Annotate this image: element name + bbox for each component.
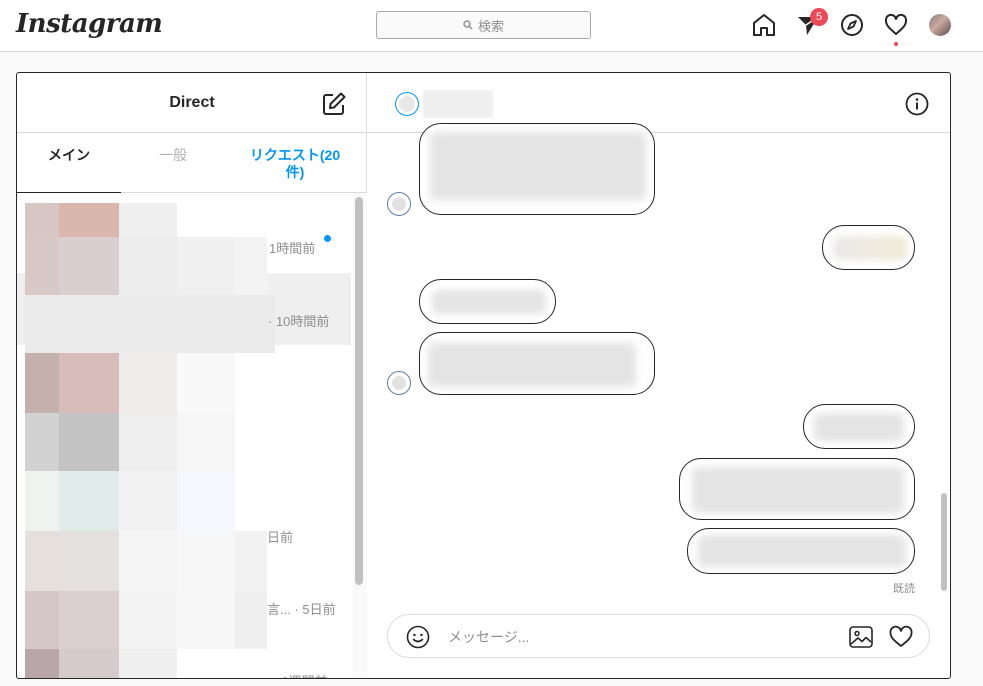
search-input[interactable]: 検索: [376, 11, 591, 39]
thread-sidebar: Direct メイン 一般 リクエスト(20件) 1時間前 · 10時間前 日前…: [17, 73, 367, 678]
redacted-preview: [119, 471, 177, 531]
sidebar-header: Direct: [17, 73, 366, 133]
redacted-avatar: [25, 353, 59, 413]
message-bubble-sent[interactable]: [679, 458, 915, 520]
message-composer: [387, 614, 930, 658]
instagram-logo[interactable]: Instagram: [16, 9, 163, 39]
thread-list-scroll-thumb[interactable]: [355, 197, 363, 585]
redacted-preview: [177, 531, 235, 591]
notification-badge: 5: [810, 8, 828, 26]
redacted-avatar: [59, 237, 119, 295]
chat-partner-name-redacted[interactable]: [423, 90, 493, 118]
redacted-preview: [177, 237, 235, 295]
tab-requests[interactable]: リクエスト(20件): [247, 133, 343, 193]
info-icon[interactable]: [905, 92, 929, 116]
thread-time: 1時間前: [269, 241, 316, 256]
sidebar-title: Direct: [169, 94, 215, 111]
message-bubble-received[interactable]: [419, 123, 655, 215]
message-bubble-received[interactable]: [419, 332, 655, 395]
redacted-preview: [119, 649, 177, 678]
sender-avatar[interactable]: [387, 192, 411, 216]
message-bubble-sent[interactable]: [687, 528, 915, 574]
thread-time: 日前: [267, 530, 294, 545]
chat-partner-avatar[interactable]: [395, 92, 419, 116]
redacted-preview: [25, 295, 275, 353]
thread-time: 言... · 5日前: [267, 602, 336, 617]
redacted-avatar: [25, 591, 59, 649]
redacted-avatar: [25, 531, 59, 591]
redacted-avatar: [59, 471, 119, 531]
thread-time: · 10時間前: [268, 314, 330, 329]
thread-time: ... 1週間前: [267, 671, 328, 678]
redacted-preview: [177, 471, 235, 531]
redacted-avatar: [25, 471, 59, 531]
tab-main[interactable]: メイン: [17, 133, 121, 193]
redacted-avatar: [59, 413, 119, 471]
thread-list: 1時間前 · 10時間前 日前 言... · 5日前 ... 1週間前: [17, 193, 367, 678]
redacted-preview: [119, 591, 177, 649]
message-bubble-received[interactable]: [419, 279, 556, 324]
top-navigation: Instagram 検索 5: [0, 0, 983, 52]
redacted-preview: [119, 353, 177, 413]
unread-indicator: [324, 235, 331, 242]
message-input[interactable]: [448, 626, 828, 648]
redacted-avatar: [25, 237, 59, 295]
conversation-scroll-thumb[interactable]: [941, 493, 947, 591]
explore-icon[interactable]: [839, 12, 865, 38]
activity-indicator-dot: [894, 42, 898, 46]
redacted-preview: [235, 237, 267, 295]
redacted-avatar: [25, 649, 59, 678]
home-icon[interactable]: [751, 12, 777, 38]
read-receipt: 既読: [893, 583, 915, 595]
activity-heart-icon[interactable]: [883, 12, 909, 38]
conversation-pane: 既読: [367, 73, 950, 678]
redacted-avatar: [59, 649, 119, 678]
sender-avatar[interactable]: [387, 371, 411, 395]
redacted-avatar: [59, 531, 119, 591]
message-bubble-sent[interactable]: [803, 404, 915, 449]
direct-inbox-panel: Direct メイン 一般 リクエスト(20件) 1時間前 · 10時間前 日前…: [16, 72, 951, 679]
redacted-preview: [235, 591, 267, 649]
redacted-preview: [177, 353, 235, 413]
redacted-preview: [235, 531, 267, 591]
emoji-icon[interactable]: [406, 625, 430, 649]
redacted-preview: [177, 413, 235, 471]
redacted-avatar: [59, 353, 119, 413]
redacted-avatar: [59, 591, 119, 649]
redacted-preview: [119, 531, 177, 591]
image-upload-icon[interactable]: [848, 625, 874, 649]
redacted-preview: [177, 591, 235, 649]
search-placeholder: 検索: [477, 18, 504, 34]
search-icon: [463, 20, 473, 30]
redacted-avatar: [25, 413, 59, 471]
message-bubble-sent[interactable]: [822, 225, 915, 270]
tab-general[interactable]: 一般: [121, 133, 225, 193]
inbox-tabs: メイン 一般 リクエスト(20件): [17, 133, 366, 193]
redacted-avatar: [25, 203, 59, 237]
like-heart-icon[interactable]: [888, 625, 914, 649]
redacted-avatar: [59, 203, 119, 237]
redacted-preview: [119, 203, 177, 237]
profile-avatar[interactable]: [929, 14, 951, 36]
redacted-preview: [119, 237, 177, 295]
compose-icon[interactable]: [321, 91, 347, 117]
redacted-preview: [119, 413, 177, 471]
